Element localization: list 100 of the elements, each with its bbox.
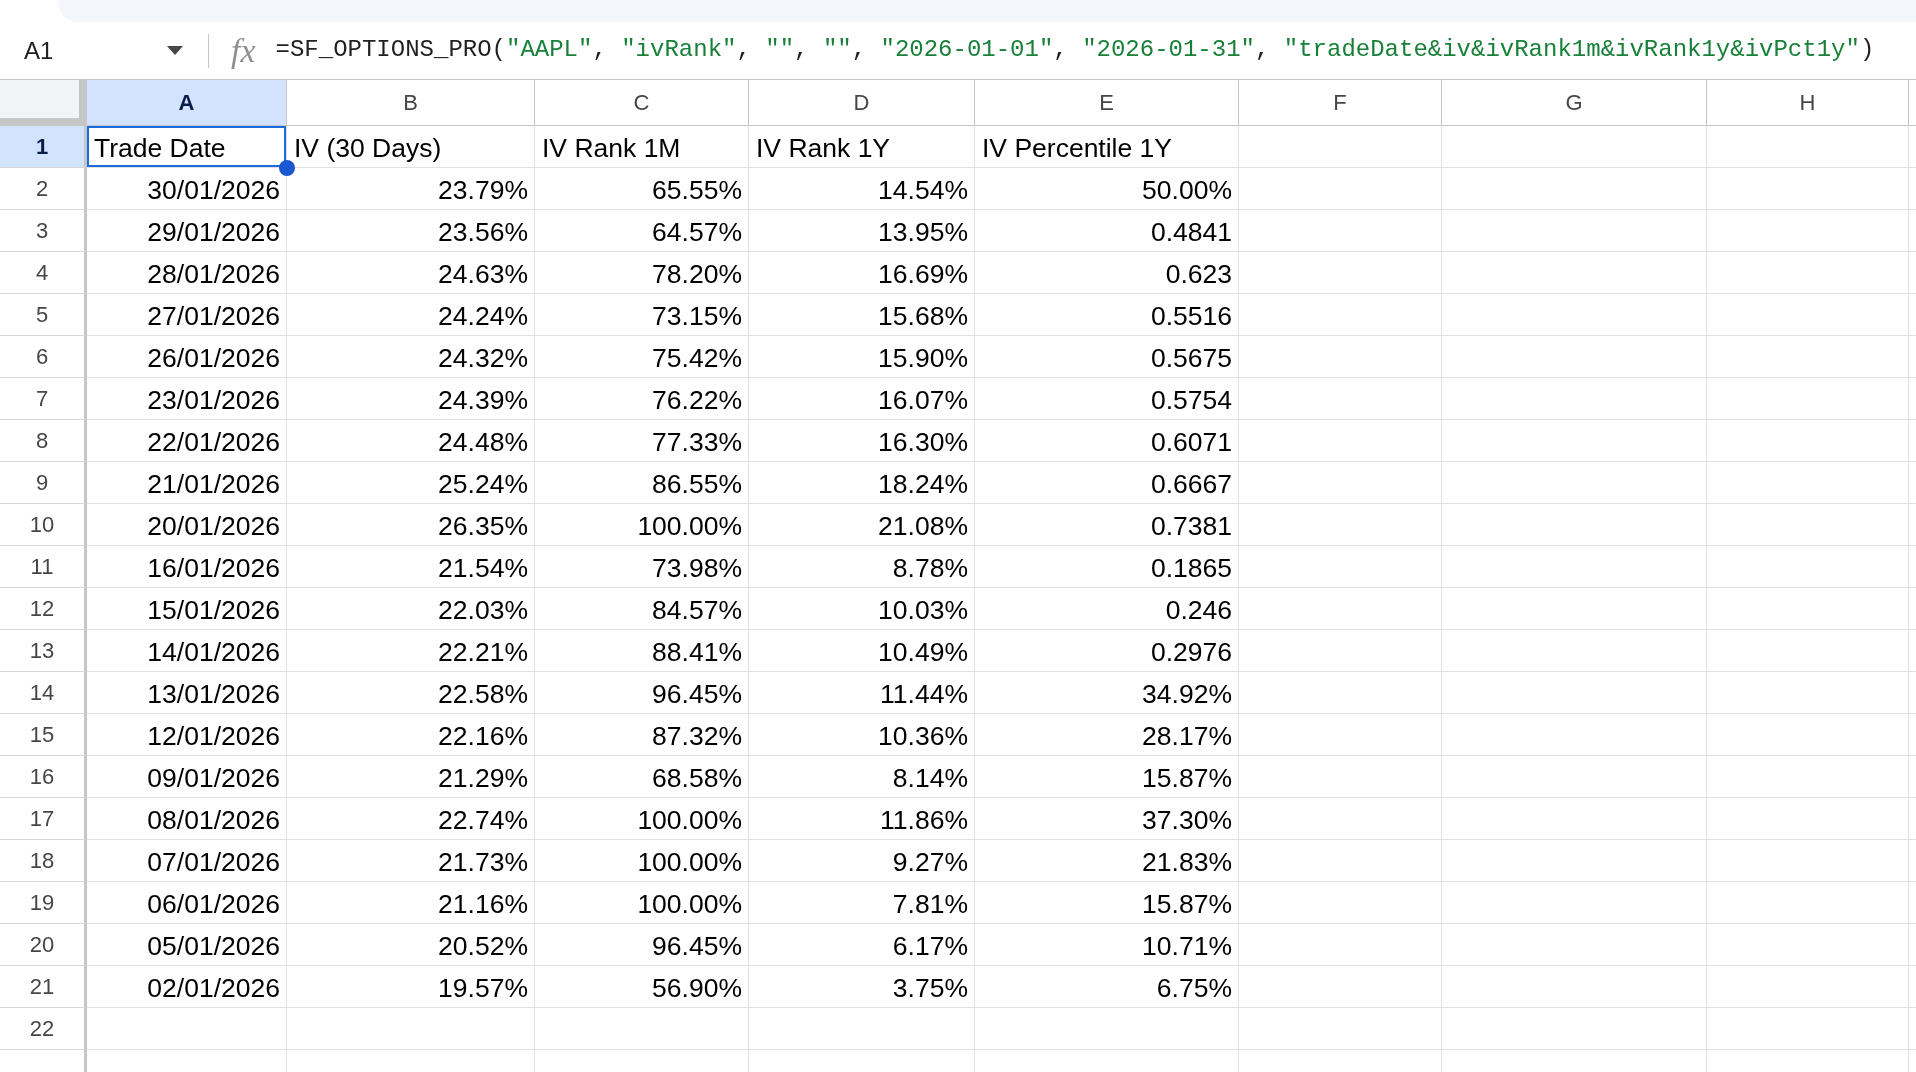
empty-cell[interactable] — [1707, 294, 1909, 336]
column-header[interactable]: F — [1239, 80, 1442, 126]
row-header[interactable]: 16 — [0, 756, 87, 798]
row-header[interactable]: 3 — [0, 210, 87, 252]
empty-cell[interactable] — [1442, 840, 1707, 882]
empty-cell[interactable] — [1239, 672, 1442, 714]
row-header[interactable]: 7 — [0, 378, 87, 420]
table-cell[interactable]: 11.44% — [749, 672, 975, 714]
table-cell[interactable]: 0.6071 — [975, 420, 1239, 462]
table-cell[interactable]: 100.00% — [535, 840, 749, 882]
empty-cell[interactable] — [1442, 924, 1707, 966]
table-cell[interactable]: 88.41% — [535, 630, 749, 672]
empty-cell[interactable] — [1707, 630, 1909, 672]
empty-cell[interactable] — [975, 1008, 1239, 1050]
table-cell[interactable]: 11.86% — [749, 798, 975, 840]
empty-cell[interactable] — [1239, 966, 1442, 1008]
empty-cell[interactable] — [1239, 252, 1442, 294]
table-cell[interactable]: 0.246 — [975, 588, 1239, 630]
empty-cell[interactable] — [1442, 1008, 1707, 1050]
table-cell[interactable]: 0.4841 — [975, 210, 1239, 252]
empty-cell[interactable] — [1239, 1008, 1442, 1050]
table-cell[interactable]: 22.58% — [287, 672, 535, 714]
empty-cell[interactable] — [1707, 462, 1909, 504]
table-cell[interactable]: 10.71% — [975, 924, 1239, 966]
empty-cell[interactable] — [1442, 168, 1707, 210]
table-cell[interactable]: IV Percentile 1Y — [975, 126, 1239, 168]
table-cell[interactable]: 15/01/2026 — [87, 588, 287, 630]
empty-cell[interactable] — [1239, 546, 1442, 588]
empty-cell[interactable] — [1707, 210, 1909, 252]
empty-cell[interactable] — [1707, 546, 1909, 588]
table-cell[interactable]: 65.55% — [535, 168, 749, 210]
table-cell[interactable]: 73.15% — [535, 294, 749, 336]
table-cell[interactable]: 20.52% — [287, 924, 535, 966]
empty-cell[interactable] — [1239, 504, 1442, 546]
empty-cell[interactable] — [1707, 924, 1909, 966]
table-cell[interactable]: 21/01/2026 — [87, 462, 287, 504]
empty-cell[interactable] — [1239, 126, 1442, 168]
empty-cell[interactable] — [1707, 504, 1909, 546]
empty-cell[interactable] — [1442, 630, 1707, 672]
empty-cell[interactable] — [1239, 714, 1442, 756]
table-cell[interactable]: 24.32% — [287, 336, 535, 378]
table-cell[interactable]: 28/01/2026 — [87, 252, 287, 294]
table-cell[interactable]: 10.49% — [749, 630, 975, 672]
table-cell[interactable]: 96.45% — [535, 672, 749, 714]
column-header[interactable]: E — [975, 80, 1239, 126]
empty-cell[interactable] — [749, 1008, 975, 1050]
empty-cell[interactable] — [1442, 378, 1707, 420]
row-header[interactable]: 18 — [0, 840, 87, 882]
empty-cell[interactable] — [1239, 840, 1442, 882]
table-cell[interactable]: 19.57% — [287, 966, 535, 1008]
table-cell[interactable]: 10.36% — [749, 714, 975, 756]
table-cell[interactable]: 64.57% — [535, 210, 749, 252]
table-cell[interactable]: 26.35% — [287, 504, 535, 546]
table-cell[interactable]: 12/01/2026 — [87, 714, 287, 756]
empty-cell[interactable] — [1239, 210, 1442, 252]
table-cell[interactable]: 05/01/2026 — [87, 924, 287, 966]
empty-cell[interactable] — [1442, 462, 1707, 504]
table-cell[interactable]: 16/01/2026 — [87, 546, 287, 588]
column-header[interactable]: B — [287, 80, 535, 126]
table-cell[interactable]: 24.48% — [287, 420, 535, 462]
table-cell[interactable]: 75.42% — [535, 336, 749, 378]
table-cell[interactable]: 15.68% — [749, 294, 975, 336]
empty-cell[interactable] — [1707, 966, 1909, 1008]
table-cell[interactable]: 68.58% — [535, 756, 749, 798]
table-cell[interactable]: 10.03% — [749, 588, 975, 630]
table-cell[interactable]: 24.24% — [287, 294, 535, 336]
table-cell[interactable]: 0.1865 — [975, 546, 1239, 588]
table-cell[interactable]: 21.54% — [287, 546, 535, 588]
table-cell[interactable]: 22.03% — [287, 588, 535, 630]
empty-cell[interactable] — [1239, 588, 1442, 630]
empty-cell[interactable] — [1442, 252, 1707, 294]
empty-cell[interactable] — [1707, 714, 1909, 756]
row-header[interactable]: 20 — [0, 924, 87, 966]
empty-cell[interactable] — [1239, 882, 1442, 924]
table-cell[interactable]: 34.92% — [975, 672, 1239, 714]
empty-cell[interactable] — [1707, 420, 1909, 462]
table-cell[interactable]: 14/01/2026 — [87, 630, 287, 672]
table-cell[interactable]: 0.5516 — [975, 294, 1239, 336]
table-cell[interactable]: 37.30% — [975, 798, 1239, 840]
table-cell[interactable]: 0.5675 — [975, 336, 1239, 378]
table-cell[interactable]: 22.21% — [287, 630, 535, 672]
empty-cell[interactable] — [1707, 756, 1909, 798]
empty-cell[interactable] — [1442, 882, 1707, 924]
table-cell[interactable]: 78.20% — [535, 252, 749, 294]
empty-cell[interactable] — [1707, 798, 1909, 840]
table-cell[interactable]: 76.22% — [535, 378, 749, 420]
table-cell[interactable]: 100.00% — [535, 798, 749, 840]
column-header[interactable]: G — [1442, 80, 1707, 126]
select-all-button[interactable] — [0, 80, 87, 126]
table-cell[interactable]: 13/01/2026 — [87, 672, 287, 714]
table-cell[interactable]: 87.32% — [535, 714, 749, 756]
name-box[interactable]: A1 — [14, 28, 192, 73]
empty-cell[interactable] — [1707, 840, 1909, 882]
table-cell[interactable]: 0.7381 — [975, 504, 1239, 546]
empty-cell[interactable] — [1707, 672, 1909, 714]
empty-cell[interactable] — [1239, 630, 1442, 672]
empty-cell[interactable] — [1442, 546, 1707, 588]
empty-cell[interactable] — [1707, 252, 1909, 294]
empty-cell[interactable] — [1707, 378, 1909, 420]
fill-handle[interactable] — [279, 160, 295, 176]
